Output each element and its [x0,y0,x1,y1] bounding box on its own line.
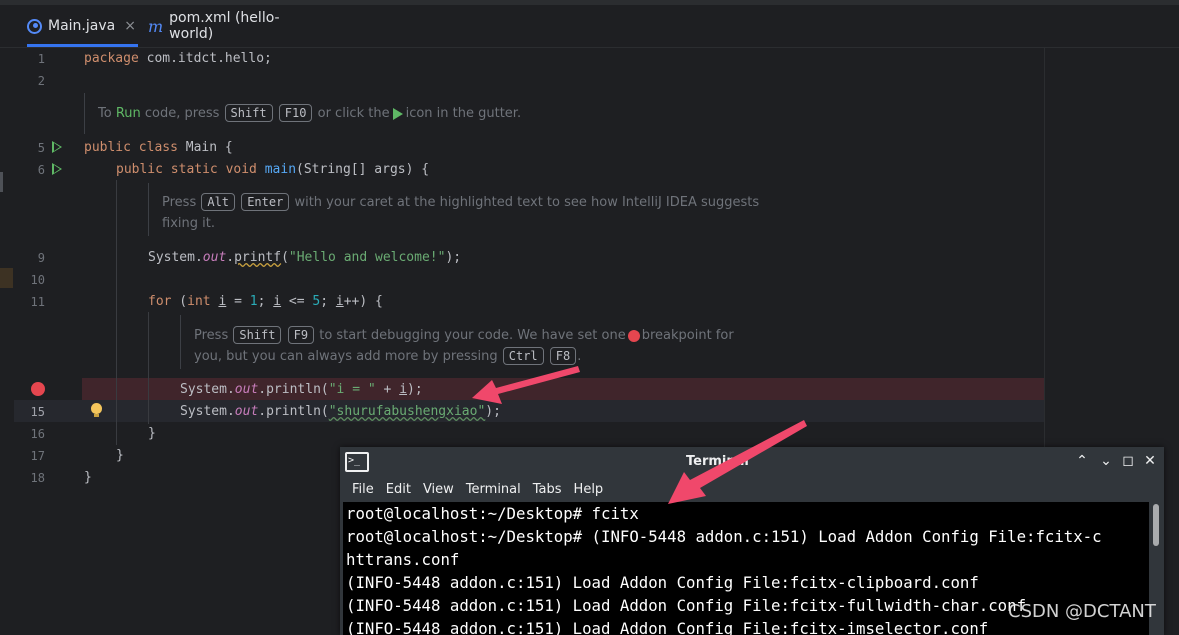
watermark: CSDN @DCTANT [1008,601,1156,622]
annotation-arrows [472,366,807,504]
annotation-arrow [668,420,807,504]
annotation-arrow [472,366,580,404]
